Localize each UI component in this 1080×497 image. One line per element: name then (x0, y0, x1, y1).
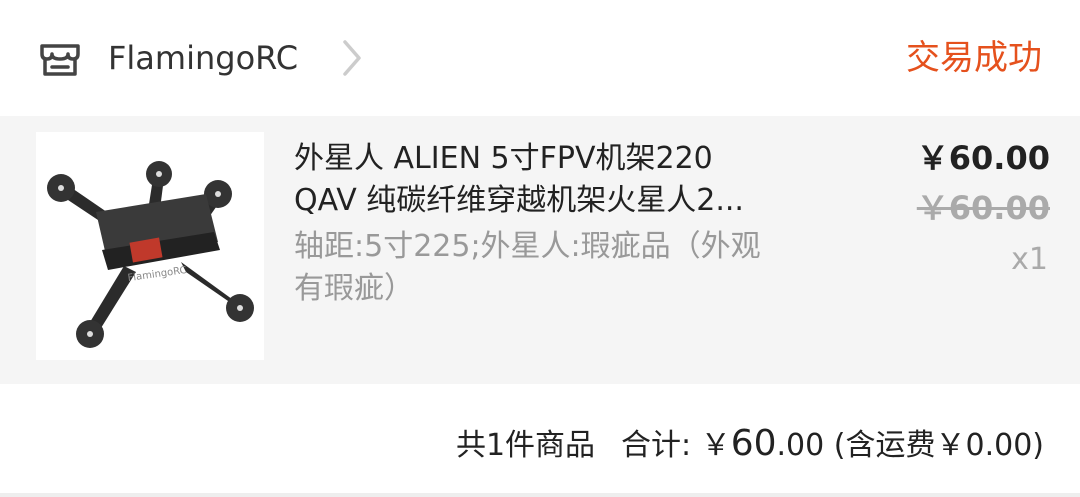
product-title-line: QAV 纯碳纤维穿越机架火星人2... (294, 183, 744, 218)
total-label: 合计: (621, 428, 692, 463)
order-status: 交易成功 (906, 38, 1042, 78)
original-price: ￥60.00 (916, 189, 1050, 227)
item-count: 共1件商品 (455, 428, 596, 463)
product-quantity: x1 (1011, 242, 1048, 277)
product-thumbnail[interactable]: FlamingoRC (36, 132, 264, 360)
product-price: ￥60.00 (916, 139, 1050, 177)
order-summary: 共1件商品 合计: ￥60.00 (含运费￥0.00) (456, 416, 1044, 472)
divider (0, 493, 1080, 497)
product-specs: 轴距:5寸225;外星人:瑕疵品（外观 有瑕疵） (294, 226, 854, 310)
product-title-line: 外星人 ALIEN 5寸FPV机架220 (294, 141, 713, 176)
product-specs-line: 轴距:5寸225;外星人:瑕疵品（外观 (294, 229, 761, 264)
total-amount-decimal: .00 (776, 428, 825, 463)
drone-frame-image: FlamingoRC (36, 132, 264, 360)
store-icon[interactable] (38, 36, 82, 78)
shipping-info: (含运费￥0.00) (833, 428, 1044, 463)
chevron-right-icon[interactable] (340, 38, 364, 78)
product-specs-line: 有瑕疵） (294, 271, 414, 306)
order-header: FlamingoRC 交易成功 (0, 0, 1080, 116)
total-currency: ￥ (700, 428, 731, 463)
total-amount-integer: 60 (730, 423, 777, 464)
product-title[interactable]: 外星人 ALIEN 5寸FPV机架220 QAV 纯碳纤维穿越机架火星人2... (294, 138, 834, 222)
shop-name[interactable]: FlamingoRC (108, 36, 298, 80)
order-item[interactable]: FlamingoRC 外星人 ALIEN 5寸FPV机架220 QAV 纯碳纤维… (0, 116, 1080, 384)
